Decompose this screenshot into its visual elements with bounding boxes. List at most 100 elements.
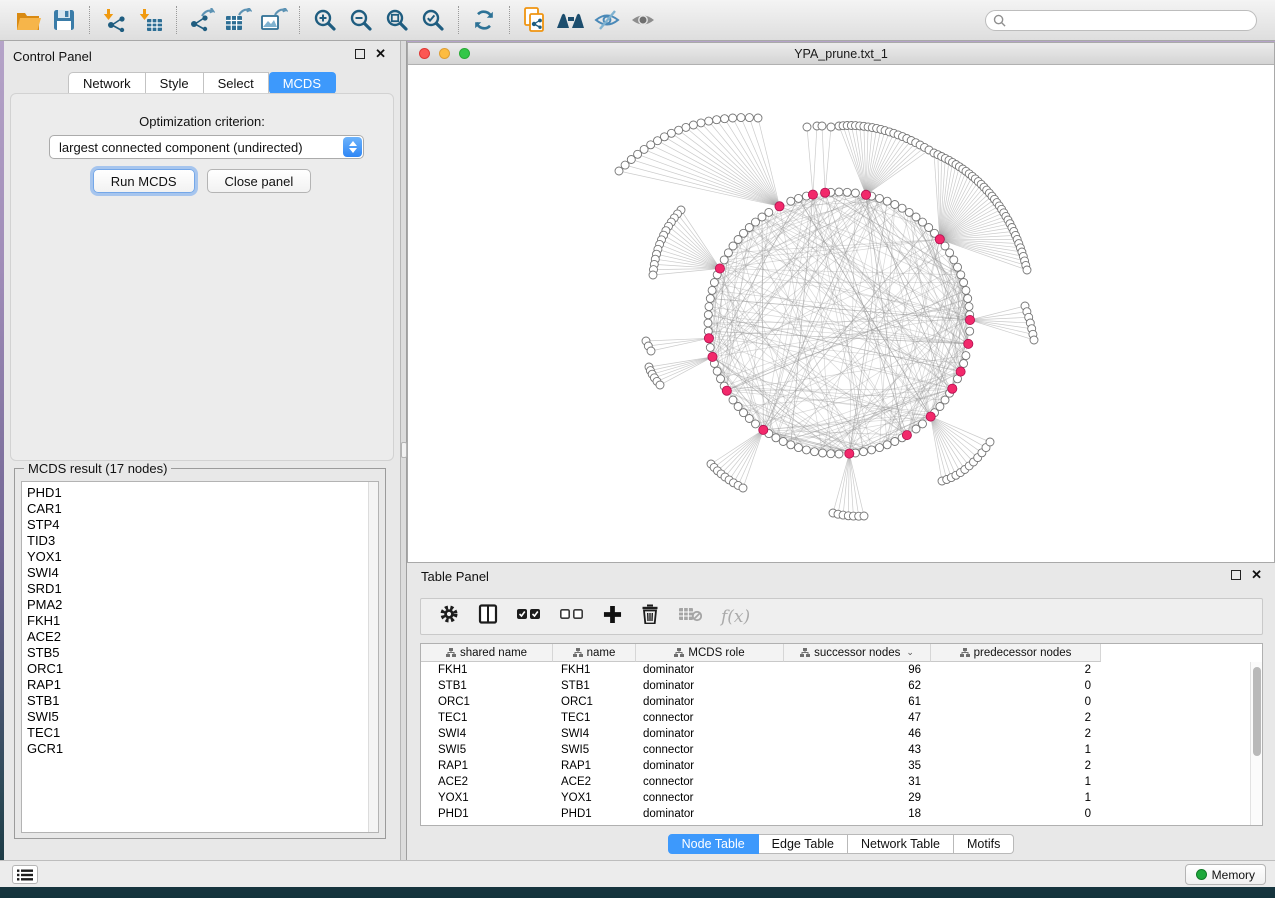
cell-name[interactable]: PHD1 — [561, 806, 592, 822]
cell-mcds_role[interactable]: connector — [643, 742, 694, 758]
cell-name[interactable]: SWI4 — [561, 726, 589, 742]
table-row[interactable]: SWI5SWI5connector431 — [421, 742, 1250, 758]
cell-mcds_role[interactable]: connector — [643, 774, 694, 790]
cell-predecessor_nodes[interactable]: 2 — [931, 726, 1091, 742]
cell-successor_nodes[interactable]: 35 — [784, 758, 921, 774]
float-panel-icon[interactable] — [1231, 570, 1241, 580]
column-header-shared-name[interactable]: shared name — [421, 644, 553, 662]
table-row[interactable]: PHD1 PHD1 dominator 18 0 — [421, 806, 1250, 822]
network-window-titlebar[interactable]: YPA_prune.txt_1 — [408, 43, 1274, 65]
save-session-icon[interactable] — [49, 5, 79, 35]
cell-shared_name[interactable]: PHD1 — [438, 806, 469, 822]
cell-mcds_role[interactable]: connector — [643, 710, 694, 726]
network-graph[interactable] — [408, 65, 1274, 562]
cell-successor_nodes[interactable]: 43 — [784, 742, 921, 758]
clone-network-icon[interactable] — [520, 5, 550, 35]
refresh-icon[interactable] — [469, 5, 499, 35]
cell-predecessor_nodes[interactable]: 1 — [931, 742, 1091, 758]
tab-network[interactable]: Network — [68, 72, 146, 94]
cell-name[interactable]: SWI5 — [561, 742, 589, 758]
tab-mcds[interactable]: MCDS — [269, 72, 336, 94]
cell-successor_nodes[interactable]: 62 — [784, 678, 921, 694]
tab-edge-table[interactable]: Edge Table — [759, 834, 848, 854]
column-selector-icon[interactable] — [478, 604, 498, 629]
cell-predecessor_nodes[interactable]: 1 — [931, 790, 1091, 806]
import-table-icon[interactable] — [136, 5, 166, 35]
cell-name[interactable]: ACE2 — [561, 774, 591, 790]
cell-mcds_role[interactable]: dominator — [643, 758, 694, 774]
add-column-icon[interactable] — [603, 605, 622, 629]
select-all-icon[interactable] — [517, 607, 541, 626]
task-history-button[interactable] — [12, 865, 38, 884]
cell-name[interactable]: ORC1 — [561, 694, 593, 710]
close-panel-icon[interactable]: ✕ — [1251, 570, 1262, 580]
cell-successor_nodes[interactable]: 18 — [784, 806, 921, 822]
cell-mcds_role[interactable]: dominator — [643, 694, 694, 710]
close-panel-icon[interactable]: ✕ — [375, 49, 386, 59]
table-row[interactable]: RAP1 RAP1 dominator 35 2 — [421, 758, 1250, 774]
cell-shared_name[interactable]: SWI4 — [438, 726, 466, 742]
mcds-result-list[interactable]: PHD1CAR1STP4TID3YOX1SWI4SRD1PMA2FKH1ACE2… — [21, 481, 379, 833]
zoom-out-icon[interactable] — [346, 5, 376, 35]
cell-successor_nodes[interactable]: 47 — [784, 710, 921, 726]
cell-predecessor_nodes[interactable]: 0 — [931, 806, 1091, 822]
cell-predecessor_nodes[interactable]: 1 — [931, 774, 1091, 790]
table-scrollbar[interactable] — [1250, 662, 1262, 825]
table-row[interactable]: STB1 STB1 dominator 62 0 — [421, 678, 1250, 694]
cell-successor_nodes[interactable]: 61 — [784, 694, 921, 710]
deselect-all-icon[interactable] — [560, 607, 584, 626]
delete-column-icon[interactable] — [641, 604, 659, 629]
column-header-successor-nodes[interactable]: successor nodes⌄ — [784, 644, 931, 662]
tab-node-table[interactable]: Node Table — [668, 834, 759, 854]
cell-name[interactable]: FKH1 — [561, 662, 590, 678]
cell-name[interactable]: RAP1 — [561, 758, 591, 774]
network-search-box[interactable] — [985, 10, 1257, 31]
cell-mcds_role[interactable]: dominator — [643, 662, 694, 678]
column-header-MCDS-role[interactable]: MCDS role — [636, 644, 784, 662]
zoom-selected-icon[interactable] — [418, 5, 448, 35]
sort-indicator-icon[interactable]: ⌄ — [906, 647, 914, 658]
cell-name[interactable]: STB1 — [561, 678, 590, 694]
cell-successor_nodes[interactable]: 46 — [784, 726, 921, 742]
zoom-fit-icon[interactable] — [382, 5, 412, 35]
result-list-scrollbar[interactable] — [368, 482, 378, 832]
close-panel-button[interactable]: Close panel — [207, 169, 312, 193]
table-row[interactable]: FKH1 FKH1 dominator 96 2 — [421, 662, 1250, 678]
tab-network-table[interactable]: Network Table — [848, 834, 954, 854]
tab-select[interactable]: Select — [204, 72, 269, 94]
table-row[interactable]: YOX1YOX1connector291 — [421, 790, 1250, 806]
cell-shared_name[interactable]: FKH1 — [438, 662, 467, 678]
cell-predecessor_nodes[interactable]: 0 — [931, 678, 1091, 694]
open-file-icon[interactable] — [13, 5, 43, 35]
cell-predecessor_nodes[interactable]: 2 — [931, 662, 1091, 678]
memory-button[interactable]: Memory — [1185, 864, 1266, 885]
cell-shared_name[interactable]: YOX1 — [438, 790, 469, 806]
cell-predecessor_nodes[interactable]: 2 — [931, 758, 1091, 774]
node-table[interactable]: shared namenameMCDS rolesuccessor nodes⌄… — [420, 643, 1263, 826]
cell-mcds_role[interactable]: dominator — [643, 678, 694, 694]
cell-name[interactable]: TEC1 — [561, 710, 590, 726]
cell-mcds_role[interactable]: dominator — [643, 806, 694, 822]
table-row[interactable]: TEC1 TEC1 connector 47 2 — [421, 710, 1250, 726]
hide-panels-icon[interactable] — [592, 5, 622, 35]
settings-gear-icon[interactable] — [439, 604, 459, 629]
table-row[interactable]: SWI4SWI4dominator462 — [421, 726, 1250, 742]
cell-successor_nodes[interactable]: 31 — [784, 774, 921, 790]
cell-shared_name[interactable]: RAP1 — [438, 758, 468, 774]
optimization-criterion-dropdown[interactable]: largest connected component (undirected) — [49, 135, 364, 159]
cell-mcds_role[interactable]: connector — [643, 790, 694, 806]
cell-shared_name[interactable]: TEC1 — [438, 710, 467, 726]
export-network-icon[interactable] — [187, 5, 217, 35]
cell-shared_name[interactable]: STB1 — [438, 678, 467, 694]
column-header-predecessor-nodes[interactable]: predecessor nodes — [931, 644, 1101, 662]
cell-predecessor_nodes[interactable]: 2 — [931, 710, 1091, 726]
table-row[interactable]: ACE2 ACE2 connector 31 1 — [421, 774, 1250, 790]
table-scrollbar-thumb[interactable] — [1253, 667, 1261, 756]
cell-successor_nodes[interactable]: 96 — [784, 662, 921, 678]
import-network-icon[interactable] — [100, 5, 130, 35]
tab-style[interactable]: Style — [146, 72, 204, 94]
float-panel-icon[interactable] — [355, 49, 365, 59]
tab-motifs[interactable]: Motifs — [954, 834, 1014, 854]
cell-shared_name[interactable]: ACE2 — [438, 774, 468, 790]
search-input[interactable] — [1006, 12, 1256, 29]
